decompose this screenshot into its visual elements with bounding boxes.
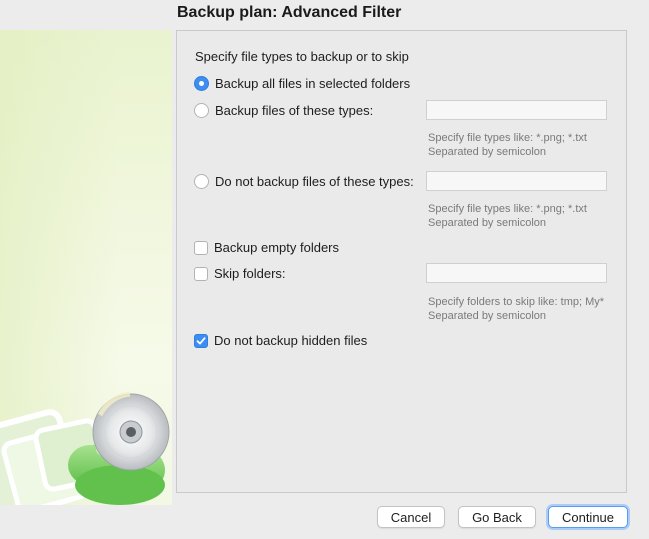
continue-button[interactable]: Continue <box>548 506 628 528</box>
checkbox-label: Do not backup hidden files <box>214 333 368 348</box>
include-types-hint: Specify file types like: *.png; *.txt Se… <box>428 131 587 159</box>
checkbox-skip-folders[interactable]: Skip folders: <box>194 266 286 281</box>
radio-exclude-types[interactable]: Do not backup files of these types: <box>194 174 414 189</box>
filter-heading: Specify file types to backup or to skip <box>195 49 409 64</box>
checkbox-label: Skip folders: <box>214 266 286 281</box>
checkbox-label: Backup empty folders <box>214 240 340 255</box>
window-title: Backup plan: Advanced Filter <box>177 4 402 21</box>
cancel-button[interactable]: Cancel <box>377 506 445 528</box>
checkbox-skip-hidden-files[interactable]: Do not backup hidden files <box>194 333 367 348</box>
checkmark-icon <box>196 336 206 344</box>
radio-backup-all[interactable]: Backup all files in selected folders <box>194 76 410 91</box>
go-back-button[interactable]: Go Back <box>458 506 536 528</box>
radio-label: Backup files of these types: <box>215 103 374 118</box>
hint-line: Specify file types like: *.png; *.txt <box>428 203 587 215</box>
checkbox-checked[interactable] <box>194 333 208 348</box>
skip-folders-hint: Specify folders to skip like: tmp; My* S… <box>428 295 604 323</box>
hint-line: Separated by semicolon <box>428 217 547 229</box>
radio-label: Do not backup files of these types: <box>215 174 414 189</box>
hint-line: Separated by semicolon <box>428 146 547 158</box>
hint-line: Specify folders to skip like: tmp; My* <box>428 296 605 308</box>
radio-backup-types[interactable]: Backup files of these types: <box>194 103 373 118</box>
hint-line: Specify file types like: *.png; *.txt <box>428 132 587 144</box>
backup-logo-icon <box>0 391 170 505</box>
exclude-types-input[interactable] <box>426 171 607 191</box>
exclude-types-hint: Specify file types like: *.png; *.txt Se… <box>428 202 587 230</box>
sidebar-illustration <box>0 30 172 505</box>
radio-button-selected[interactable] <box>194 76 209 91</box>
skip-folders-input[interactable] <box>426 263 607 283</box>
checkbox[interactable] <box>194 266 208 281</box>
hint-line: Separated by semicolon <box>428 310 547 322</box>
checkbox[interactable] <box>194 240 208 255</box>
radio-button[interactable] <box>194 174 209 189</box>
radio-button[interactable] <box>194 103 209 118</box>
checkbox-backup-empty-folders[interactable]: Backup empty folders <box>194 240 339 255</box>
radio-label: Backup all files in selected folders <box>215 76 411 91</box>
include-types-input[interactable] <box>426 100 607 120</box>
